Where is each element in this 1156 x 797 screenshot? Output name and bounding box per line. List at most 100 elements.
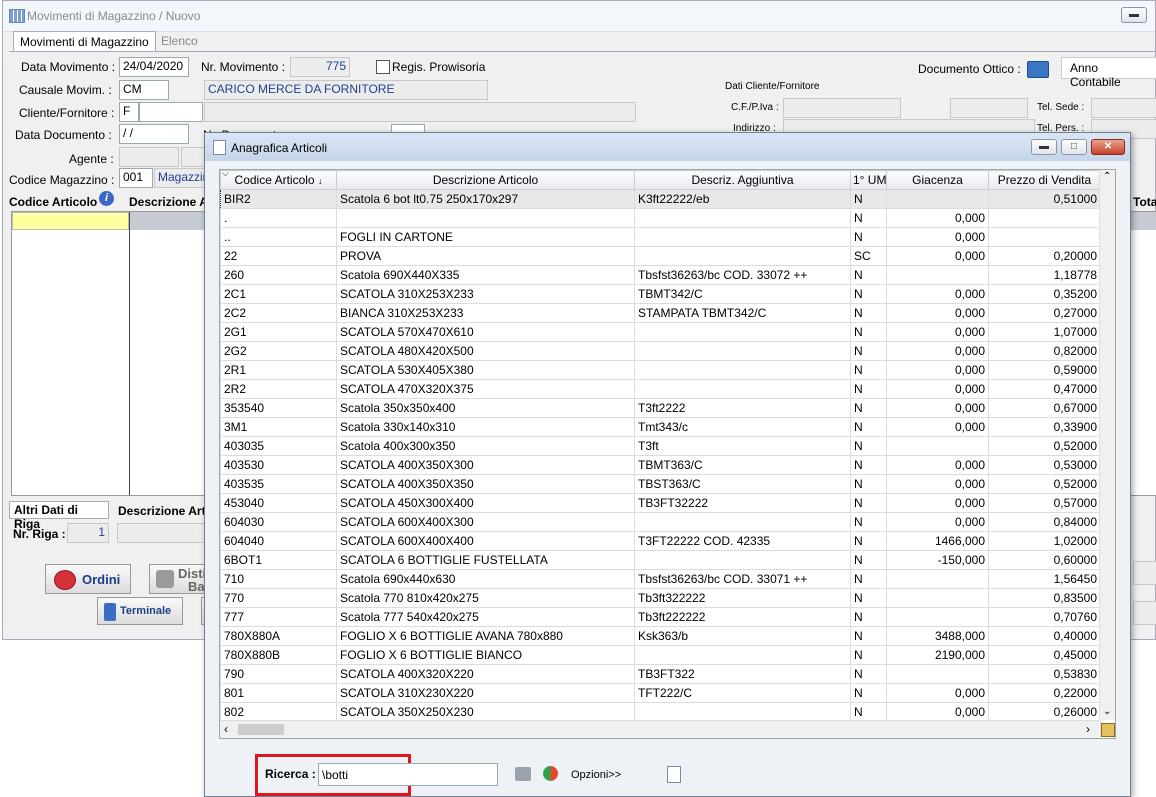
- cell-prezzo[interactable]: 0,57000: [988, 493, 1101, 513]
- regis-checkbox[interactable]: [376, 60, 390, 74]
- cell-aggiuntiva[interactable]: TBMT342/C: [634, 284, 851, 304]
- cell-aggiuntiva[interactable]: [634, 512, 851, 532]
- cell-aggiuntiva[interactable]: [634, 227, 851, 247]
- ricerca-input[interactable]: \botti: [318, 763, 498, 786]
- cell-aggiuntiva[interactable]: TFT222/C: [634, 683, 851, 703]
- cell-prezzo[interactable]: 0,70760: [988, 607, 1101, 627]
- cell-descrizione[interactable]: SCATOLA 600X400X300: [336, 512, 635, 532]
- cell-prezzo[interactable]: 0,40000: [988, 626, 1101, 646]
- cell-giacenza[interactable]: 0,000: [886, 303, 989, 323]
- table-row[interactable]: 22 PROVA SC 0,000 0,20000: [220, 246, 1101, 266]
- cell-codice[interactable]: 22: [220, 246, 337, 266]
- cell-aggiuntiva[interactable]: Tbsfst36263/bc COD. 33071 ++: [634, 569, 851, 589]
- table-row[interactable]: BIR2 Scatola 6 bot lt0.75 250x170x297 K3ft…: [220, 189, 1101, 209]
- cell-aggiuntiva[interactable]: T3ft2222: [634, 398, 851, 418]
- column-header-prezzo[interactable]: Prezzo di Vendita: [988, 170, 1101, 190]
- cell-um[interactable]: N: [850, 189, 887, 209]
- cell-descrizione[interactable]: Scatola 6 bot lt0.75 250x170x297: [336, 189, 635, 209]
- cell-codice[interactable]: 780X880A: [220, 626, 337, 646]
- cell-giacenza[interactable]: 0,000: [886, 227, 989, 247]
- articoli-table[interactable]: ⌵ Codice Articolo ↓ Descrizione Articolo…: [220, 170, 1101, 738]
- cell-giacenza[interactable]: 0,000: [886, 208, 989, 228]
- cell-aggiuntiva[interactable]: [634, 208, 851, 228]
- cell-aggiuntiva[interactable]: Tbsfst36263/bc COD. 33072 ++: [634, 265, 851, 285]
- cell-um[interactable]: N: [850, 588, 887, 608]
- cliente-id-field[interactable]: [139, 102, 203, 122]
- cell-descrizione[interactable]: SCATOLA 600X400X400: [336, 531, 635, 551]
- info-icon[interactable]: i: [99, 191, 114, 206]
- cell-um[interactable]: N: [850, 208, 887, 228]
- cell-codice[interactable]: 2G2: [220, 341, 337, 361]
- cell-aggiuntiva[interactable]: [634, 379, 851, 399]
- horizontal-scroll-thumb[interactable]: [238, 724, 284, 735]
- cell-um[interactable]: N: [850, 683, 887, 703]
- cell-descrizione[interactable]: SCATOLA 450X300X400: [336, 493, 635, 513]
- cell-prezzo[interactable]: 0,27000: [988, 303, 1101, 323]
- table-row[interactable]: 2G1 SCATOLA 570X470X610 N 0,000 1,07000: [220, 322, 1101, 342]
- cell-prezzo[interactable]: [988, 227, 1101, 247]
- cell-codice[interactable]: 790: [220, 664, 337, 684]
- table-row[interactable]: 604040 SCATOLA 600X400X400 T3FT22222 COD. …: [220, 531, 1101, 551]
- cell-descrizione[interactable]: BIANCA 310X253X233: [336, 303, 635, 323]
- cell-descrizione[interactable]: Scatola 777 540x420x275: [336, 607, 635, 627]
- cell-descrizione[interactable]: Scatola 330x140x310: [336, 417, 635, 437]
- cell-descrizione[interactable]: FOGLI IN CARTONE: [336, 227, 635, 247]
- cell-um[interactable]: N: [850, 341, 887, 361]
- cell-aggiuntiva[interactable]: Tb3ft322222: [634, 588, 851, 608]
- cell-codice[interactable]: 453040: [220, 493, 337, 513]
- cell-descrizione[interactable]: SCATOLA 480X420X500: [336, 341, 635, 361]
- cell-codice[interactable]: 604040: [220, 531, 337, 551]
- cell-giacenza[interactable]: 0,000: [886, 379, 989, 399]
- tab-elenco[interactable]: Elenco: [155, 31, 204, 52]
- dialog-maximize-button[interactable]: □: [1061, 139, 1087, 155]
- cell-giacenza[interactable]: [886, 664, 989, 684]
- cell-um[interactable]: N: [850, 607, 887, 627]
- column-header-giacenza[interactable]: Giacenza: [886, 170, 989, 190]
- opzioni-button[interactable]: Opzioni>>: [571, 769, 621, 781]
- tab-movimenti[interactable]: Movimenti di Magazzino: [13, 31, 156, 52]
- cell-prezzo[interactable]: 0,47000: [988, 379, 1101, 399]
- cell-prezzo[interactable]: 0,20000: [988, 246, 1101, 266]
- table-row[interactable]: 453040 SCATOLA 450X300X400 TB3FT32222 N 0,00…: [220, 493, 1101, 513]
- cell-um[interactable]: N: [850, 455, 887, 475]
- cell-prezzo[interactable]: 0,59000: [988, 360, 1101, 380]
- cell-prezzo[interactable]: 0,33900: [988, 417, 1101, 437]
- cell-codice[interactable]: 780X880B: [220, 645, 337, 665]
- ordini-button[interactable]: Ordini: [45, 564, 131, 594]
- cell-prezzo[interactable]: 1,18778: [988, 265, 1101, 285]
- cell-um[interactable]: N: [850, 474, 887, 494]
- cell-descrizione[interactable]: SCATOLA 570X470X610: [336, 322, 635, 342]
- cell-descrizione[interactable]: Scatola 350x350x400: [336, 398, 635, 418]
- cell-prezzo[interactable]: 0,26000: [988, 702, 1101, 722]
- cell-um[interactable]: N: [850, 531, 887, 551]
- cliente-code-field[interactable]: F: [119, 102, 139, 122]
- cell-um[interactable]: N: [850, 417, 887, 437]
- cell-aggiuntiva[interactable]: TB3FT32222: [634, 493, 851, 513]
- cell-um[interactable]: N: [850, 379, 887, 399]
- cell-codice[interactable]: 6BOT1: [220, 550, 337, 570]
- cell-giacenza[interactable]: 0,000: [886, 322, 989, 342]
- cell-codice[interactable]: ..: [220, 227, 337, 247]
- cell-prezzo[interactable]: 1,56450: [988, 569, 1101, 589]
- cell-prezzo[interactable]: 0,83500: [988, 588, 1101, 608]
- cell-descrizione[interactable]: SCATOLA 400X350X350: [336, 474, 635, 494]
- table-row[interactable]: 403035 Scatola 400x300x350 T3ft N 0,52000: [220, 436, 1101, 456]
- cell-descrizione[interactable]: SCATOLA 470X320X375: [336, 379, 635, 399]
- scroll-down-icon[interactable]: ⌄: [1103, 706, 1111, 717]
- cell-giacenza[interactable]: [886, 436, 989, 456]
- cell-um[interactable]: N: [850, 265, 887, 285]
- data-movimento-field[interactable]: 24/04/2020: [119, 57, 189, 77]
- table-row[interactable]: 3M1 Scatola 330x140x310 Tmt343/c N 0,000 0,33…: [220, 417, 1101, 437]
- cell-codice[interactable]: 2R2: [220, 379, 337, 399]
- dialog-minimize-button[interactable]: ▬: [1031, 139, 1057, 155]
- cell-um[interactable]: N: [850, 322, 887, 342]
- cell-giacenza[interactable]: 0,000: [886, 284, 989, 304]
- cell-um[interactable]: N: [850, 493, 887, 513]
- cell-codice[interactable]: 802: [220, 702, 337, 722]
- cell-prezzo[interactable]: 0,84000: [988, 512, 1101, 532]
- cell-aggiuntiva[interactable]: [634, 322, 851, 342]
- cell-descrizione[interactable]: PROVA: [336, 246, 635, 266]
- cell-codice[interactable]: 403535: [220, 474, 337, 494]
- cell-giacenza[interactable]: 0,000: [886, 246, 989, 266]
- cell-codice[interactable]: 604030: [220, 512, 337, 532]
